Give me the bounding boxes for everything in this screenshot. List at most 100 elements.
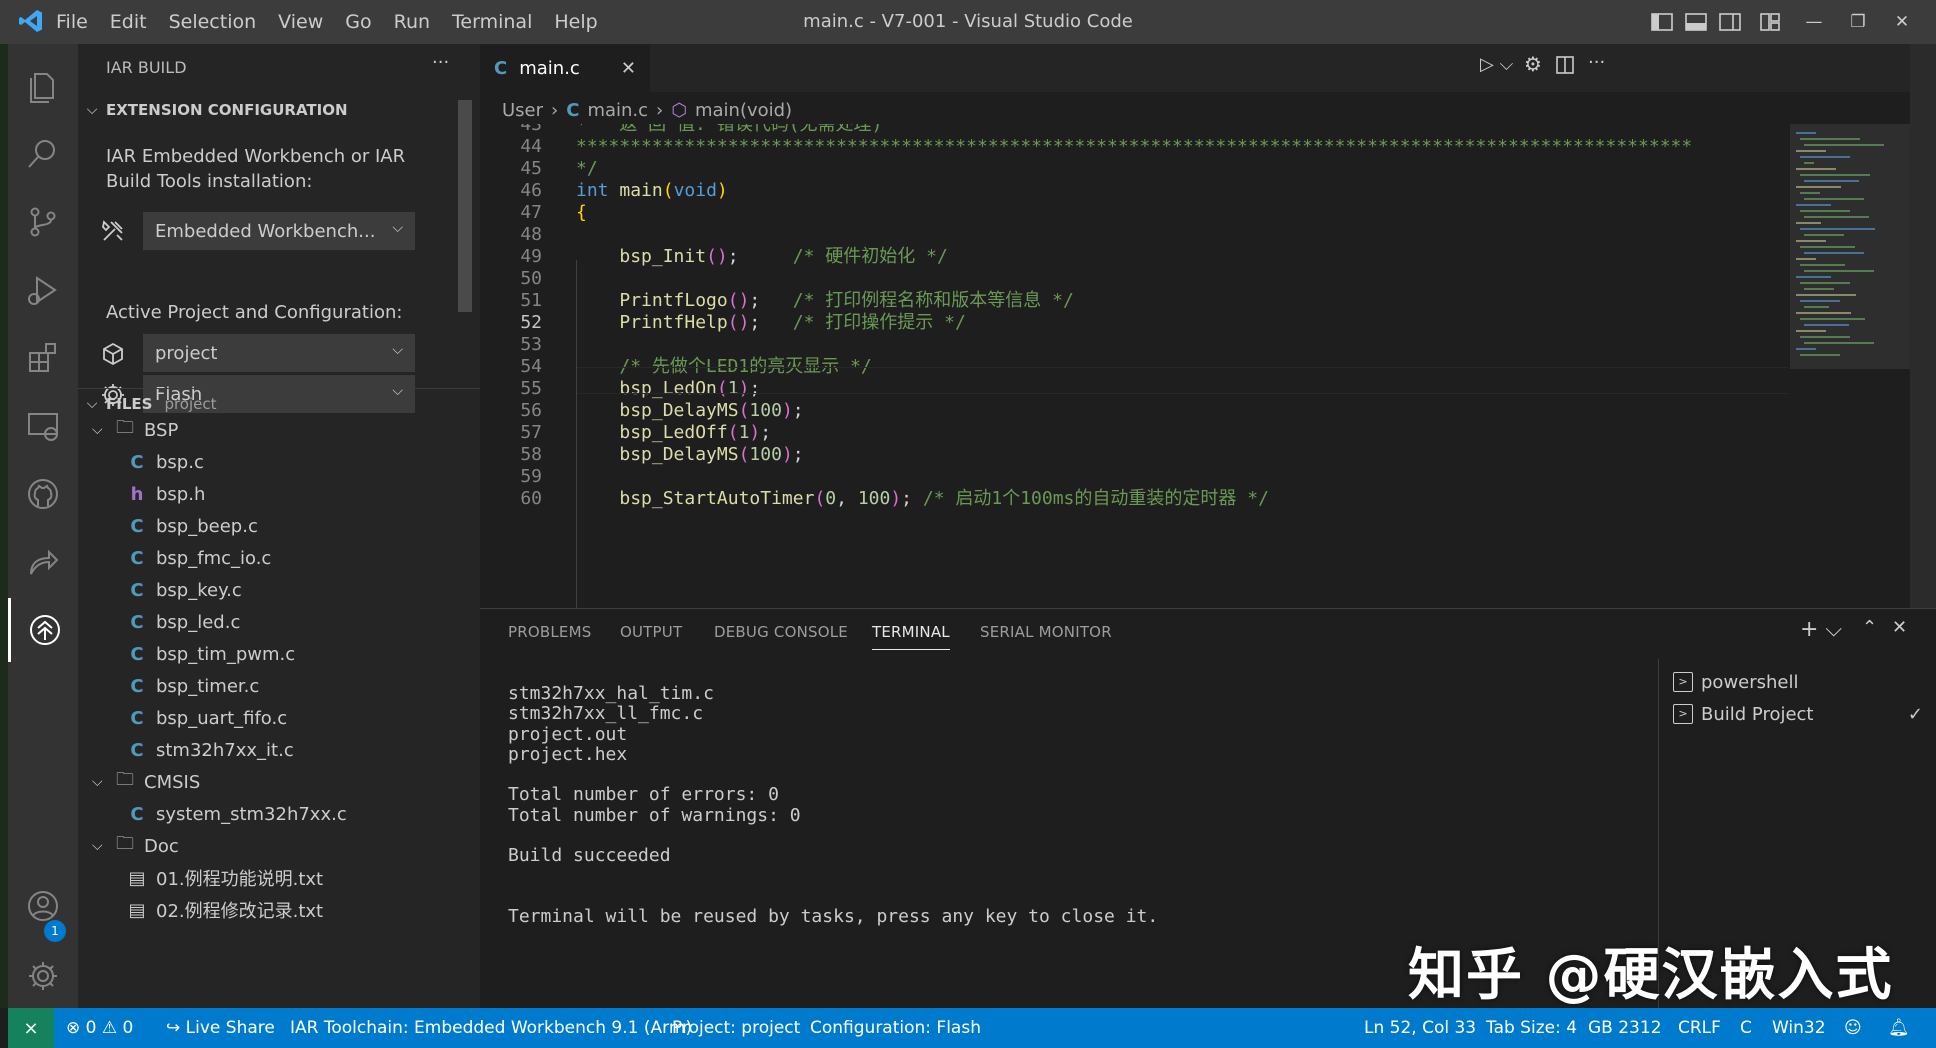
tree-file[interactable]: Cbsp_fmc_io.c: [78, 542, 480, 574]
minimize-icon[interactable]: —: [1792, 0, 1836, 44]
maximize-panel-icon[interactable]: ⌃: [1862, 617, 1877, 638]
c-file-icon: C: [130, 579, 144, 601]
extensions-icon[interactable]: [8, 326, 78, 390]
tree-file[interactable]: Cbsp_led.c: [78, 606, 480, 638]
breadcrumb-file[interactable]: main.c: [587, 100, 648, 121]
sidebar-more-icon[interactable]: ···: [432, 52, 449, 73]
platform[interactable]: Win32: [1772, 1008, 1826, 1048]
tree-file[interactable]: ▤ 02.例程修改记录.txt: [78, 894, 480, 926]
run-debug-icon[interactable]: [8, 258, 78, 322]
sidebar-title: IAR BUILD: [106, 58, 187, 77]
tab-serial-monitor[interactable]: SERIAL MONITOR: [980, 623, 1112, 641]
run-icon[interactable]: ▷ ⌵: [1480, 54, 1513, 75]
remote-explorer-icon[interactable]: [8, 394, 78, 458]
terminal-item-build-project[interactable]: > Build Project ✓: [1673, 699, 1923, 729]
menu-file[interactable]: File: [56, 11, 88, 33]
settings-gear-icon[interactable]: ⚙: [1524, 52, 1542, 76]
tree-file[interactable]: Csystem_stm32h7xx.c: [78, 798, 480, 830]
tree-folder[interactable]: ⌵ 🗀︎ Doc: [78, 830, 480, 862]
c-file-icon: C: [130, 707, 144, 729]
remote-indicator-icon[interactable]: ⨯: [8, 1008, 54, 1048]
code-line: int main(void): [576, 180, 728, 201]
configuration-status[interactable]: Configuration: Flash: [810, 1008, 981, 1048]
tree-item-label: CMSIS: [144, 771, 201, 793]
menu-selection[interactable]: Selection: [169, 11, 257, 33]
language-mode[interactable]: C: [1740, 1008, 1752, 1048]
c-file-icon: C: [130, 611, 144, 633]
terminal-name: powershell: [1701, 671, 1799, 693]
tab-terminal[interactable]: TERMINAL: [872, 623, 950, 650]
manage-gear-icon[interactable]: [8, 944, 78, 1008]
c-file-icon: C: [130, 547, 144, 569]
toggle-secondary-sidebar-icon[interactable]: [1708, 0, 1752, 44]
tree-item-label: BSP: [144, 419, 179, 441]
code-editor[interactable]: 43 44 45 46 47 48 49 50 51 52 53 54 55 56 57 58 59 60 * 返…: [480, 124, 1790, 608]
terminal-line: Build succeeded: [508, 845, 671, 867]
c-file-icon: C: [130, 515, 144, 537]
minimap-slider[interactable]: [1790, 124, 1910, 369]
tree-folder[interactable]: ⌵ 🗀︎ CMSIS: [78, 766, 480, 798]
restore-icon[interactable]: ❐: [1836, 0, 1880, 44]
toolchain-status[interactable]: IAR Toolchain: Embedded Workbench 9.1 (A…: [290, 1008, 692, 1048]
menu-view[interactable]: View: [278, 11, 323, 33]
line-ending[interactable]: CRLF: [1678, 1008, 1721, 1048]
project-status[interactable]: Project: project: [672, 1008, 800, 1048]
tree-folder[interactable]: ⌵ 🗀︎ BSP: [78, 414, 480, 446]
terminal-output[interactable]: stm32h7xx_hal_tim.c stm32h7xx_ll_fmc.c pro…: [508, 681, 1158, 927]
problems-indicator[interactable]: ⊗ 0 ⚠ 0: [66, 1008, 133, 1048]
menu-run[interactable]: Run: [394, 11, 430, 33]
install-label: IAR Embedded Workbench or IAR Build Tool…: [106, 146, 406, 192]
live-share-icon[interactable]: [8, 530, 78, 594]
notifications-bell-icon[interactable]: 🔔︎: [1888, 1008, 1910, 1048]
search-icon[interactable]: [8, 122, 78, 186]
menu-help[interactable]: Help: [554, 11, 597, 33]
menu-go[interactable]: Go: [345, 11, 371, 33]
tree-file[interactable]: h bsp.h: [78, 478, 480, 510]
sidebar-scrollbar[interactable]: [458, 100, 472, 312]
accounts-icon[interactable]: [8, 874, 78, 938]
menu-edit[interactable]: Edit: [110, 11, 147, 33]
source-control-icon[interactable]: [8, 190, 78, 254]
tab-main-c[interactable]: C main.c ✕: [480, 44, 650, 92]
terminal-item-powershell[interactable]: > powershell: [1673, 667, 1799, 697]
close-window-icon[interactable]: ✕: [1880, 0, 1924, 44]
tree-file[interactable]: Cbsp_timer.c: [78, 670, 480, 702]
new-terminal-icon[interactable]: + ⌵: [1800, 617, 1842, 642]
tree-file[interactable]: Cbsp_tim_pwm.c: [78, 638, 480, 670]
tab-debug-console[interactable]: DEBUG CONSOLE: [714, 623, 848, 641]
more-actions-icon[interactable]: ···: [1588, 52, 1605, 73]
split-editor-icon[interactable]: [1556, 56, 1574, 78]
breadcrumb-folder[interactable]: User: [502, 100, 543, 121]
live-share-status[interactable]: ↪ Live Share: [166, 1008, 275, 1048]
tree-file[interactable]: Cbsp.c: [78, 446, 480, 478]
customize-layout-icon[interactable]: [1748, 0, 1792, 44]
encoding[interactable]: GB 2312: [1588, 1008, 1662, 1048]
iar-build-icon[interactable]: [8, 598, 78, 662]
explorer-icon[interactable]: [8, 54, 78, 118]
tree-file[interactable]: ▤ 01.例程功能说明.txt: [78, 862, 480, 894]
tree-file[interactable]: Cstm32h7xx_it.c: [78, 734, 480, 766]
text-file-icon: ▤: [128, 899, 146, 921]
project-select[interactable]: project ⌵: [143, 334, 415, 372]
terminal-line: Total number of warnings: 0: [508, 804, 801, 826]
cursor-position[interactable]: Ln 52, Col 33: [1364, 1008, 1476, 1048]
menu-terminal[interactable]: Terminal: [452, 11, 532, 33]
github-icon[interactable]: [8, 462, 78, 526]
feedback-icon[interactable]: ☺: [1844, 1008, 1862, 1048]
close-tab-icon[interactable]: ✕: [621, 58, 636, 79]
tree-item-label: bsp.h: [156, 483, 206, 505]
tree-file[interactable]: Cbsp_uart_fifo.c: [78, 702, 480, 734]
tree-file[interactable]: Cbsp_key.c: [78, 574, 480, 606]
extension-config-header[interactable]: ⌵ EXTENSION CONFIGURATION: [78, 96, 480, 124]
toolchain-select[interactable]: Embedded Workbench... ⌵: [143, 212, 415, 250]
tab-output[interactable]: OUTPUT: [620, 623, 682, 641]
terminal-line: project.hex: [508, 743, 628, 765]
breadcrumb-symbol[interactable]: main(void): [695, 100, 792, 121]
tab-problems[interactable]: PROBLEMS: [508, 623, 591, 641]
menu-bar: File Edit Selection View Go Run Terminal…: [56, 0, 620, 44]
tree-file[interactable]: Cbsp_beep.c: [78, 510, 480, 542]
close-panel-icon[interactable]: ✕: [1892, 617, 1907, 638]
tab-size[interactable]: Tab Size: 4: [1486, 1008, 1577, 1048]
